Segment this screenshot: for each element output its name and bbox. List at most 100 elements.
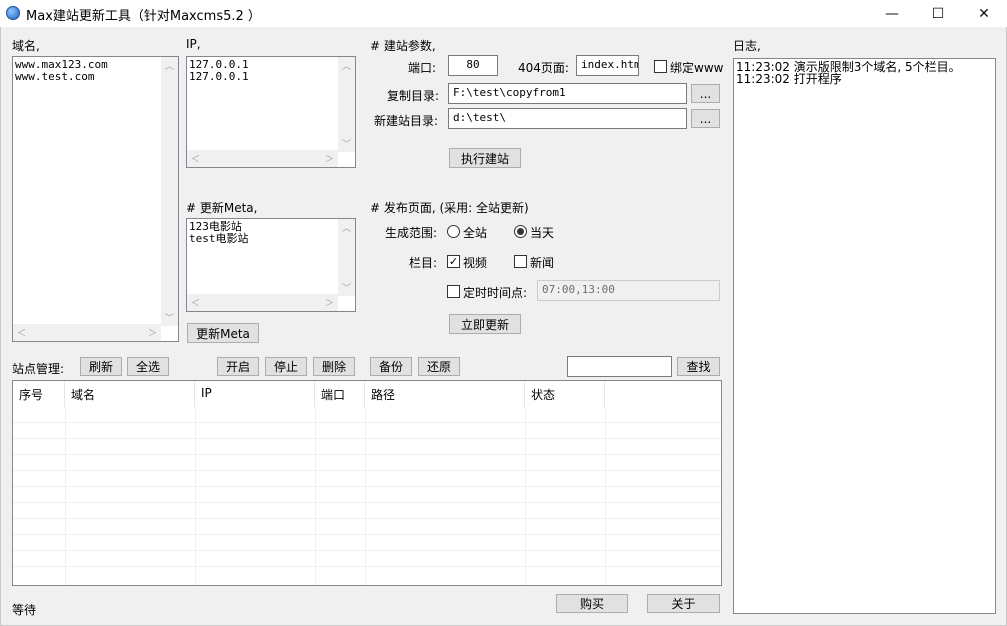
minimize-icon[interactable]: — [869,0,915,27]
new-dir-browse-button[interactable]: ... [691,109,720,128]
ip-label: IP, [186,37,201,51]
update-now-button[interactable]: 立即更新 [449,314,521,334]
ip-list: 127.0.0.1 127.0.0.1 [189,59,249,83]
radio-unselected-icon[interactable] [447,225,460,238]
scroll-left-icon[interactable]: ＜ [13,324,30,341]
scroll-down-icon[interactable]: ﹀ [161,309,178,326]
range-today-radio[interactable] [514,224,527,238]
checkmark-icon[interactable]: ✓ [447,255,460,268]
scroll-left-icon[interactable]: ＜ [187,150,204,167]
backup-button[interactable]: 备份 [370,357,412,376]
copy-dir-field[interactable]: F:\test\copyfrom1 [448,83,687,104]
grid-line [13,454,721,455]
maximize-icon[interactable]: ☐ [915,0,961,27]
grid-line [365,407,366,585]
domains-vscrollbar[interactable]: ︿ ﹀ [161,57,178,326]
delete-button[interactable]: 删除 [313,357,355,376]
scroll-right-icon[interactable]: ＞ [144,324,161,341]
log-lines: 11:23:02 演示版限制3个域名, 5个栏目。 11:23:02 打开程序 [736,61,961,85]
grid-line [13,422,721,423]
scroll-down-icon[interactable]: ﹀ [338,279,355,296]
meta-list: 123电影站 test电影站 [189,221,249,245]
meta-hscrollbar[interactable]: ＜ ＞ [187,294,338,311]
col-header-domain[interactable]: 域名 [65,381,195,407]
scroll-up-icon[interactable]: ︿ [338,219,355,236]
timed-field[interactable]: 07:00,13:00 [537,280,720,301]
scroll-right-icon[interactable]: ＞ [321,294,338,311]
column-video-label: 视频 [463,256,488,270]
bind-www-label: 绑定www [670,61,724,75]
timed-checkbox[interactable] [447,284,460,298]
site-manage-label: 站点管理: [12,362,65,376]
log-textarea[interactable]: 11:23:02 演示版限制3个域名, 5个栏目。 11:23:02 打开程序 [733,58,996,614]
select-all-button[interactable]: 全选 [127,357,169,376]
checkbox-unchecked-icon[interactable] [447,285,460,298]
execute-build-button[interactable]: 执行建站 [449,148,521,168]
col-header-ip[interactable]: IP [195,381,315,407]
meta-listbox[interactable]: 123电影站 test电影站 ︿ ﹀ ＜ ＞ [186,218,356,312]
log-entry: 11:23:02 打开程序 [736,72,842,86]
radio-selected-icon[interactable] [514,225,527,238]
page404-label: 404页面: [518,61,569,75]
buy-button[interactable]: 购买 [556,594,628,613]
search-button[interactable]: 查找 [677,357,720,376]
grid-line [13,470,721,471]
scroll-up-icon[interactable]: ︿ [338,57,355,74]
meta-item[interactable]: test电影站 [189,233,249,245]
meta-label: # 更新Meta, [186,201,258,215]
checkbox-unchecked-icon[interactable] [654,60,667,73]
window-title: Max建站更新工具（针对Maxcms5.2 ） [26,9,261,24]
scroll-up-icon[interactable]: ︿ [161,57,178,74]
meta-vscrollbar[interactable]: ︿ ﹀ [338,219,355,296]
grid-line [13,518,721,519]
grid-line [13,502,721,503]
refresh-button[interactable]: 刷新 [80,357,122,376]
column-news-checkbox[interactable] [514,254,527,268]
search-input[interactable] [567,356,672,377]
publish-section-label: # 发布页面, (采用: 全站更新) [370,201,529,215]
grid-line [13,550,721,551]
checkbox-unchecked-icon[interactable] [514,255,527,268]
domain-item[interactable]: www.test.com [15,71,108,83]
port-label: 端口: [408,61,437,75]
range-today-label: 当天 [530,226,555,240]
timed-label: 定时时间点: [463,286,528,300]
page404-field[interactable]: index.htm [576,55,639,76]
scroll-down-icon[interactable]: ﹀ [338,135,355,152]
start-button[interactable]: 开启 [217,357,259,376]
stop-button[interactable]: 停止 [265,357,307,376]
new-dir-field[interactable]: d:\test\ [448,108,687,129]
close-icon[interactable]: ✕ [961,0,1007,27]
copy-dir-label: 复制目录: [387,89,440,103]
ip-vscrollbar[interactable]: ︿ ﹀ [338,57,355,152]
range-all-radio[interactable] [447,224,460,238]
about-button[interactable]: 关于 [647,594,720,613]
col-header-path[interactable]: 路径 [365,381,525,407]
ip-item[interactable]: 127.0.0.1 [189,71,249,83]
domains-label: 域名, [12,39,40,53]
domains-listbox[interactable]: www.max123.com www.test.com ︿ ﹀ ＜ ＞ [12,56,179,342]
domains-hscrollbar[interactable]: ＜ ＞ [13,324,161,341]
grid-line [525,407,526,585]
port-field[interactable]: 80 [448,55,498,76]
ip-listbox[interactable]: 127.0.0.1 127.0.0.1 ︿ ﹀ ＜ ＞ [186,56,356,168]
column-video-checkbox[interactable]: ✓ [447,254,460,268]
col-header-index[interactable]: 序号 [13,381,65,407]
col-header-filler [605,381,721,407]
sites-table[interactable]: 序号 域名 IP 端口 路径 状态 [12,380,722,586]
col-header-status[interactable]: 状态 [525,381,605,407]
grid-line [195,407,196,585]
grid-line [13,566,721,567]
column-news-label: 新闻 [530,256,555,270]
update-meta-button[interactable]: 更新Meta [187,323,259,343]
grid-line [13,534,721,535]
col-header-port[interactable]: 端口 [315,381,365,407]
scroll-left-icon[interactable]: ＜ [187,294,204,311]
ip-hscrollbar[interactable]: ＜ ＞ [187,150,338,167]
window-border-left [0,27,1,626]
copy-dir-browse-button[interactable]: ... [691,84,720,103]
restore-button[interactable]: 还原 [418,357,460,376]
bind-www-checkbox[interactable] [654,59,667,73]
scroll-right-icon[interactable]: ＞ [321,150,338,167]
domains-list: www.max123.com www.test.com [15,59,108,83]
